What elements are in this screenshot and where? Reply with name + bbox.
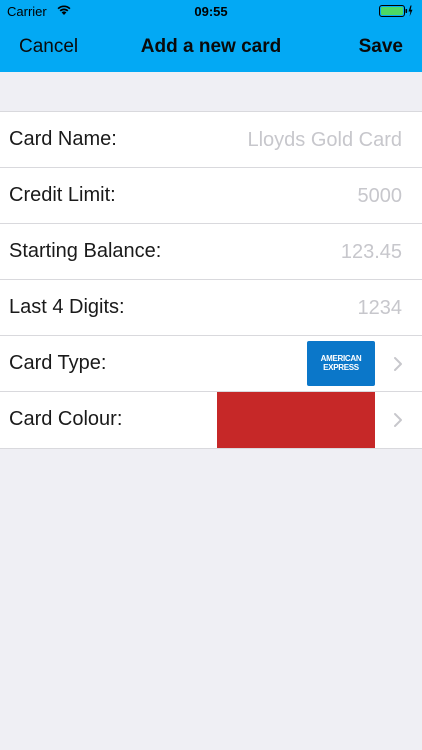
- starting-balance-row: Starting Balance:: [0, 224, 422, 280]
- status-bar: Carrier 09:55: [0, 0, 422, 22]
- nav-bar: Cancel Add a new card Save: [0, 22, 422, 72]
- card-name-input[interactable]: [202, 126, 402, 154]
- card-colour-row[interactable]: Card Colour:: [0, 392, 422, 448]
- credit-limit-row: Credit Limit:: [0, 168, 422, 224]
- card-name-row: Card Name:: [0, 112, 422, 168]
- last-digits-label: Last 4 Digits:: [9, 296, 125, 318]
- header: Carrier 09:55 Cancel Add a new card Save: [0, 0, 422, 72]
- credit-limit-label: Credit Limit:: [9, 184, 116, 206]
- battery-icon: [379, 5, 413, 17]
- starting-balance-input[interactable]: [202, 238, 402, 266]
- cancel-button[interactable]: Cancel: [19, 36, 78, 58]
- save-button[interactable]: Save: [359, 36, 403, 58]
- last-digits-input[interactable]: [202, 294, 402, 322]
- amex-logo: AMERICAN EXPRESS: [307, 341, 375, 386]
- amex-logo-line2: EXPRESS: [323, 363, 359, 372]
- card-name-label: Card Name:: [9, 128, 117, 150]
- credit-limit-input[interactable]: [202, 182, 402, 210]
- last-digits-row: Last 4 Digits:: [0, 280, 422, 336]
- starting-balance-label: Starting Balance:: [9, 240, 162, 262]
- chevron-right-icon: [394, 413, 402, 427]
- chevron-right-icon: [394, 357, 402, 371]
- card-colour-label: Card Colour:: [9, 408, 123, 430]
- status-time: 09:55: [194, 4, 228, 19]
- card-type-label: Card Type:: [9, 352, 107, 374]
- card-type-row[interactable]: Card Type: AMERICAN EXPRESS: [0, 336, 422, 392]
- card-form: Card Name: Credit Limit: Starting Balanc…: [0, 111, 422, 449]
- amex-logo-line1: AMERICAN: [320, 354, 362, 363]
- colour-swatch: [217, 392, 375, 448]
